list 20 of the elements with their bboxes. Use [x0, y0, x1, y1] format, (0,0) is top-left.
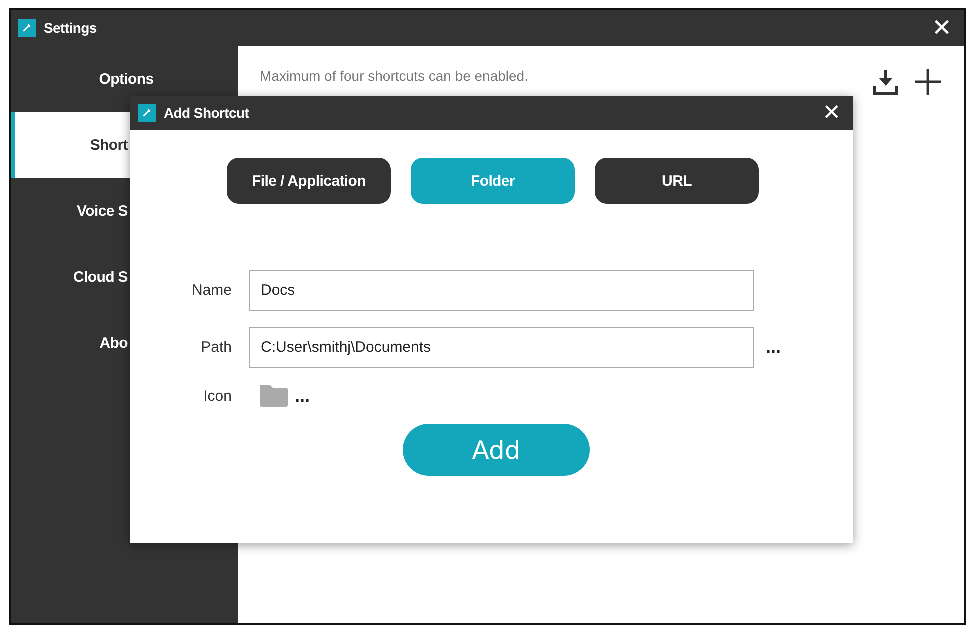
app-icon — [18, 19, 36, 37]
window-title: Settings — [44, 20, 97, 36]
close-button[interactable]: ✕ — [920, 14, 964, 42]
download-icon[interactable] — [872, 68, 900, 96]
input-field[interactable]: C:User\smithj\Documents — [249, 327, 754, 368]
close-button[interactable]: ✕ — [810, 100, 853, 126]
browse-button[interactable]: ... — [289, 386, 316, 406]
field-label: Path — [200, 339, 233, 356]
field-value: C:User\smithj\Documents — [261, 339, 432, 356]
browse-button[interactable]: ... — [754, 337, 794, 358]
app-icon — [138, 104, 156, 122]
field-label: Icon — [202, 388, 233, 404]
input-field[interactable]: Docs — [249, 270, 754, 311]
add-icon[interactable] — [914, 68, 942, 96]
field-value: Docs — [261, 282, 296, 299]
notice-text: Maximum of four shortcuts can be enabled. — [260, 68, 528, 84]
type-tab[interactable]: File / Application — [227, 158, 391, 204]
folder-icon — [259, 384, 289, 408]
field-label: Name — [190, 282, 233, 299]
type-tab[interactable]: URL — [595, 158, 759, 204]
